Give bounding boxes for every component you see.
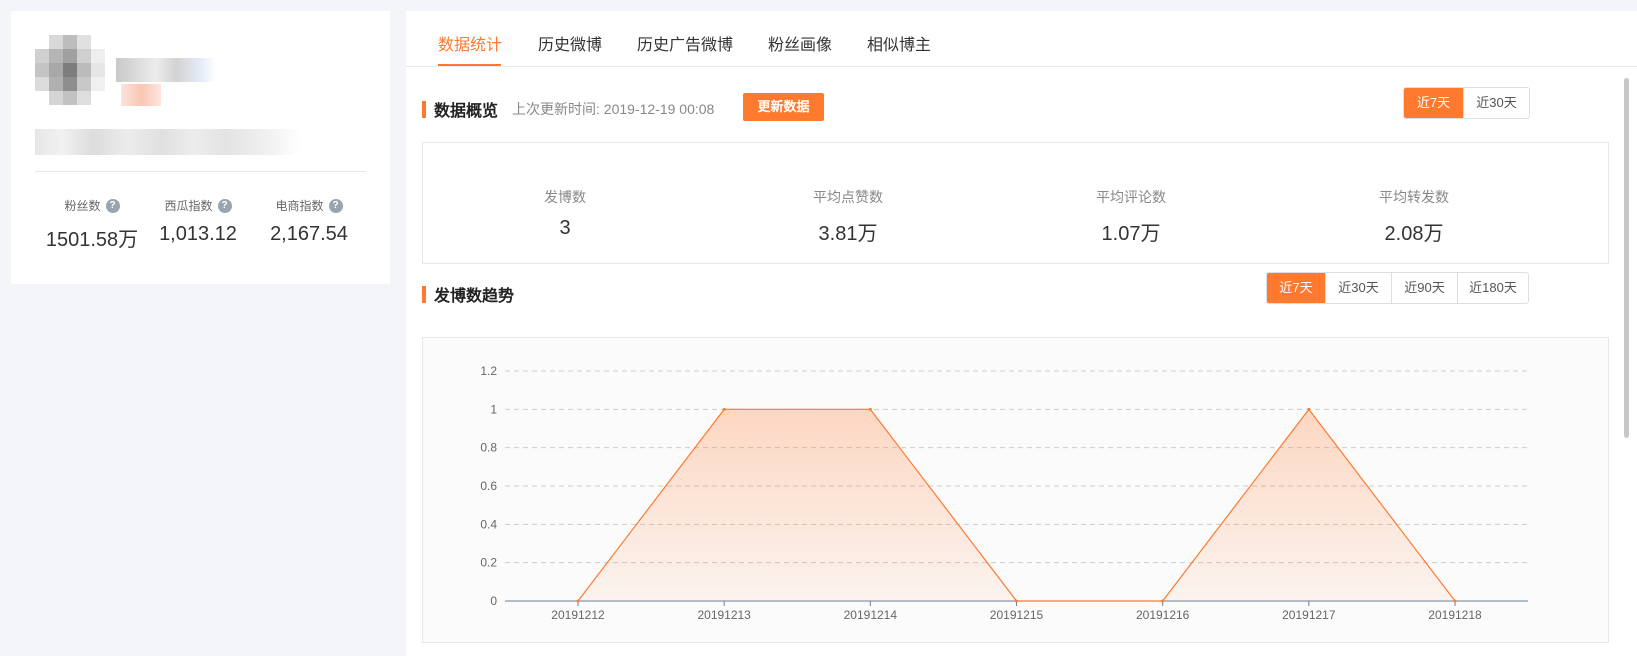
tab-bar: 数据统计 历史微博 历史广告微博 粉丝画像 相似博主 <box>406 11 1637 67</box>
tab-history-ad-weibo[interactable]: 历史广告微博 <box>637 31 733 55</box>
trend-chart: 0 0.2 0.4 0.6 0.8 1 1.2 20191212 20191213 2019121… <box>480 364 1528 622</box>
y-tick-label: 0.8 <box>480 441 497 455</box>
x-tick-label: 20191215 <box>990 608 1044 622</box>
tab-similar-bloggers[interactable]: 相似博主 <box>867 31 931 55</box>
stat-label: 平均点赞数 <box>813 189 883 205</box>
active-tab-indicator <box>438 64 501 66</box>
metric-label: 电商指数 <box>275 199 324 213</box>
metric-fans: 粉丝数? 1501.58万 <box>37 197 147 252</box>
divider <box>35 171 366 172</box>
y-tick-label: 0.6 <box>480 479 497 493</box>
overview-title: 数据概览 <box>422 97 498 121</box>
y-tick-label: 0.2 <box>480 556 497 570</box>
main-panel: 数据统计 历史微博 历史广告微博 粉丝画像 相似博主 数据概览 上次更新时间: … <box>406 11 1637 656</box>
x-tick-label: 20191217 <box>1282 608 1336 622</box>
x-tick-label: 20191214 <box>844 608 898 622</box>
overview-range-selector: 近7天 近30天 <box>1403 87 1530 119</box>
help-icon[interactable]: ? <box>105 198 120 213</box>
data-point <box>1307 407 1311 411</box>
trend-chart-box: 0 0.2 0.4 0.6 0.8 1 1.2 20191212 20191213 2019121… <box>422 337 1609 643</box>
metric-value: 2,167.54 <box>270 223 348 245</box>
y-tick-label: 0.4 <box>480 517 497 531</box>
data-point <box>1161 599 1165 603</box>
range-30-days[interactable]: 近30天 <box>1325 273 1391 303</box>
data-point <box>868 407 872 411</box>
metric-label: 粉丝数 <box>64 199 101 213</box>
last-updated-text: 上次更新时间: 2019-12-19 00:08 <box>512 101 715 117</box>
x-tick-label: 20191218 <box>1428 608 1482 622</box>
x-tick-label: 20191213 <box>697 608 751 622</box>
stat-post-count: 发博数 3 <box>465 187 665 240</box>
stat-avg-comments: 平均评论数 1.07万 <box>1031 187 1231 246</box>
avatar[interactable] <box>35 35 105 105</box>
title-accent-bar <box>422 285 426 303</box>
data-point <box>1015 599 1018 603</box>
stat-value: 1.07万 <box>1101 223 1161 245</box>
metric-xigua-index: 西瓜指数? 1,013.12 <box>143 197 253 246</box>
metric-value: 1501.58万 <box>45 229 139 251</box>
range-90-days[interactable]: 近90天 <box>1391 273 1457 303</box>
metric-label: 西瓜指数 <box>164 199 213 213</box>
scrollbar[interactable] <box>1624 78 1629 438</box>
series-area <box>578 409 1455 601</box>
help-icon[interactable]: ? <box>217 198 232 213</box>
blurred-description <box>35 129 300 155</box>
metric-value: 1,013.12 <box>159 223 237 245</box>
stat-label: 平均评论数 <box>1096 189 1166 205</box>
tab-data-stats[interactable]: 数据统计 <box>438 31 502 55</box>
y-tick-label: 1 <box>490 402 497 416</box>
overview-stats-box: 发博数 3 平均点赞数 3.81万 平均评论数 1.07万 平均转发数 2.08… <box>422 142 1609 264</box>
overview-title-text: 数据概览 <box>434 103 499 120</box>
trend-title: 发博数趋势 <box>422 282 514 306</box>
stat-avg-reposts: 平均转发数 2.08万 <box>1314 187 1514 246</box>
tab-fan-profile[interactable]: 粉丝画像 <box>768 31 832 55</box>
stat-value: 3.81万 <box>818 223 878 245</box>
stat-avg-likes: 平均点赞数 3.81万 <box>748 187 948 246</box>
stat-value: 3 <box>559 217 571 239</box>
stat-label: 平均转发数 <box>1379 189 1449 205</box>
title-accent-bar <box>422 100 426 118</box>
stat-value: 2.08万 <box>1384 223 1444 245</box>
data-point <box>576 599 580 603</box>
y-tick-label: 0 <box>490 594 497 608</box>
data-point <box>1453 599 1457 603</box>
x-tick-label: 20191216 <box>1136 608 1190 622</box>
update-data-button[interactable]: 更新数据 <box>743 93 824 121</box>
range-7-days[interactable]: 近7天 <box>1404 88 1463 118</box>
data-point <box>722 407 726 411</box>
range-7-days[interactable]: 近7天 <box>1267 273 1325 303</box>
range-30-days[interactable]: 近30天 <box>1463 88 1529 118</box>
profile-card: 粉丝数? 1501.58万 西瓜指数? 1,013.12 电商指数? 2,167… <box>11 11 390 284</box>
metric-ecommerce-index: 电商指数? 2,167.54 <box>254 197 364 246</box>
blurred-username <box>106 46 226 106</box>
stat-label: 发博数 <box>544 189 586 205</box>
x-tick-label: 20191212 <box>551 608 605 622</box>
y-tick-label: 1.2 <box>480 364 497 378</box>
trend-title-text: 发博数趋势 <box>434 288 515 305</box>
help-icon[interactable]: ? <box>328 198 343 213</box>
range-180-days[interactable]: 近180天 <box>1457 273 1528 303</box>
trend-range-selector: 近7天 近30天 近90天 近180天 <box>1266 272 1529 304</box>
tab-history-weibo[interactable]: 历史微博 <box>538 31 602 55</box>
